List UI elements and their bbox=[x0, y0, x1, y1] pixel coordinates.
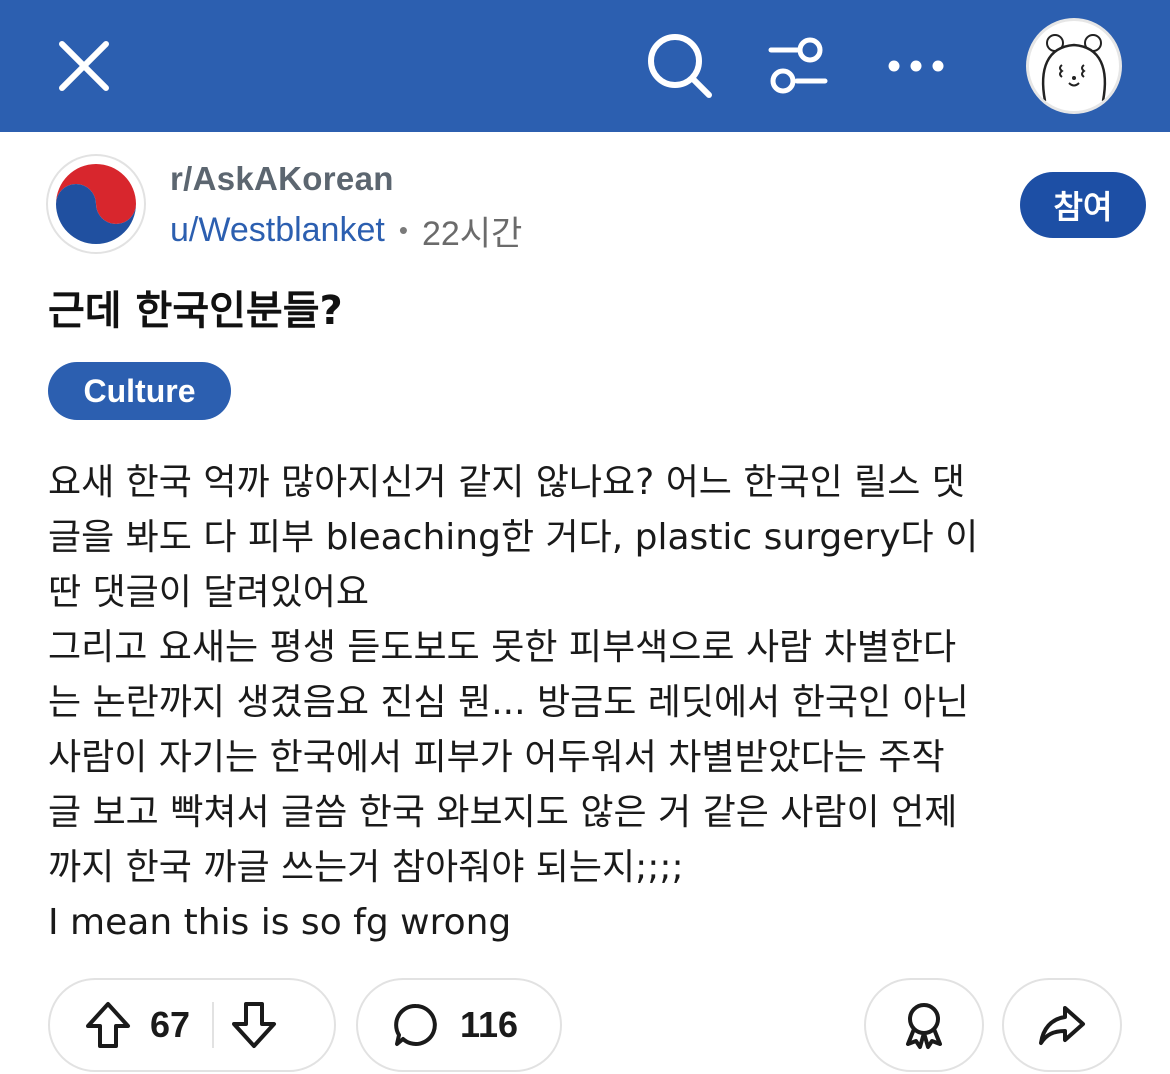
upvote-icon bbox=[86, 1002, 130, 1048]
upvote-button[interactable] bbox=[84, 1000, 132, 1050]
more-options-button[interactable] bbox=[872, 22, 960, 110]
search-icon bbox=[648, 34, 712, 98]
filter-button[interactable] bbox=[754, 22, 842, 110]
body-line: 까지 한국 까글 쓰는거 참아줘야 되는지;;;; bbox=[48, 847, 684, 888]
meta-separator: • bbox=[398, 215, 408, 245]
body-line: I mean this is so fg wrong bbox=[48, 902, 512, 943]
subreddit-icon[interactable] bbox=[48, 156, 144, 252]
comment-count: 116 bbox=[460, 1004, 519, 1045]
post-meta: u/Westblanket • 22시간 bbox=[170, 206, 522, 255]
post-body: 요새 한국 억까 많아지신거 같지 않나요? 어느 한국인 릴스 댓 글을 봐도… bbox=[48, 455, 1128, 950]
user-avatar[interactable] bbox=[1026, 18, 1122, 114]
body-line: 그리고 요새는 평생 듣도보도 못한 피부색으로 사람 차별한다 bbox=[48, 627, 957, 668]
body-line: 글 보고 빡쳐서 글씀 한국 와보지도 않은 거 같은 사람이 언제 bbox=[48, 792, 958, 833]
upvote-count: 67 bbox=[150, 1004, 191, 1045]
award-icon bbox=[906, 1003, 942, 1049]
comment-icon bbox=[394, 1004, 437, 1046]
body-line: 사람이 자기는 한국에서 피부가 어두워서 차별받았다는 주작 bbox=[48, 737, 945, 778]
more-icon bbox=[888, 60, 944, 72]
close-button[interactable] bbox=[40, 26, 128, 106]
korean-flag-icon bbox=[50, 158, 142, 250]
body-line: 는 논란까지 생겼음요 진심 뭔... 방금도 레딧에서 한국인 아닌 bbox=[48, 682, 969, 723]
subreddit-name[interactable]: r/AskAKorean bbox=[170, 160, 394, 198]
author-username[interactable]: u/Westblanket bbox=[170, 211, 385, 250]
share-icon bbox=[1039, 1006, 1085, 1045]
share-button[interactable] bbox=[1002, 978, 1122, 1072]
vote-bar: 67 bbox=[48, 978, 336, 1072]
top-bar bbox=[0, 0, 1170, 132]
post-title: 근데 한국인분들? bbox=[48, 288, 343, 334]
comments-button[interactable]: 116 bbox=[356, 978, 562, 1072]
body-line: 요새 한국 억까 많아지신거 같지 않나요? 어느 한국인 릴스 댓 bbox=[48, 462, 965, 503]
downvote-button[interactable] bbox=[230, 1000, 278, 1050]
flair-badge[interactable]: Culture bbox=[48, 362, 231, 420]
downvote-icon bbox=[232, 1002, 277, 1048]
filter-icon bbox=[768, 37, 828, 94]
award-button[interactable] bbox=[864, 978, 984, 1072]
close-icon bbox=[59, 41, 109, 91]
bear-avatar-icon bbox=[1041, 34, 1107, 102]
search-button[interactable] bbox=[636, 22, 724, 110]
join-button[interactable]: 참여 bbox=[1020, 172, 1146, 238]
post-time: 22시간 bbox=[421, 215, 523, 253]
body-line: 딴 댓글이 달려있어요 bbox=[48, 572, 369, 613]
body-line: 글을 봐도 다 피부 bleaching한 거다, plastic surger… bbox=[48, 517, 979, 558]
vote-divider bbox=[212, 1002, 215, 1048]
